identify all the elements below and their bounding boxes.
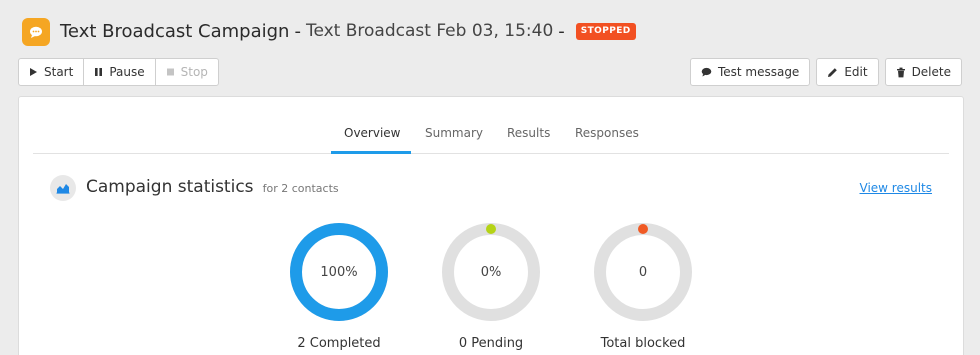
stats-icon-badge	[50, 175, 76, 201]
page-title: Text Broadcast Campaign - Text Broadcast…	[60, 18, 636, 44]
delete-label: Delete	[911, 65, 951, 79]
donut-label: 2 Completed	[297, 336, 381, 351]
pause-icon	[95, 68, 103, 76]
stop-button[interactable]: Stop	[154, 58, 219, 86]
chat-bubble-icon	[701, 67, 712, 77]
title-separator-2: -	[558, 20, 565, 42]
donut-pending: 0%	[441, 222, 541, 322]
stop-label: Stop	[180, 65, 208, 79]
pencil-icon	[828, 67, 838, 77]
tab-summary[interactable]: Summary	[425, 126, 483, 140]
active-tab-indicator	[331, 151, 411, 154]
chat-bubble-icon	[30, 26, 42, 38]
donut-value: 0%	[480, 264, 502, 280]
start-label: Start	[44, 65, 74, 79]
pause-button[interactable]: Pause	[83, 58, 156, 86]
tab-bar: Overview Summary Results Responses	[33, 97, 949, 154]
test-message-label: Test message	[717, 65, 800, 79]
edit-label: Edit	[844, 65, 868, 79]
campaign-subtitle: Text Broadcast Feb 03, 15:40	[305, 21, 554, 41]
status-badge: STOPPED	[575, 22, 636, 40]
test-message-button[interactable]: Test message	[689, 58, 811, 86]
tab-results[interactable]: Results	[507, 126, 550, 140]
campaign-header: Text Broadcast Campaign - Text Broadcast…	[0, 0, 980, 96]
edit-button[interactable]: Edit	[816, 58, 879, 86]
title-separator: -	[294, 20, 301, 42]
trash-icon	[896, 67, 905, 77]
campaign-title: Text Broadcast Campaign	[60, 20, 290, 42]
delete-button[interactable]: Delete	[884, 58, 962, 86]
campaign-controls: Start Pause Stop	[18, 58, 219, 86]
donut-value: 0	[638, 264, 648, 280]
tab-overview[interactable]: Overview	[344, 126, 401, 140]
stats-subtitle: for 2 contacts	[262, 182, 339, 195]
view-results-link[interactable]: View results	[860, 181, 933, 195]
area-chart-icon	[56, 184, 70, 194]
stats-title: Campaign statistics	[86, 177, 254, 197]
campaign-panel: Overview Summary Results Responses Campa…	[18, 96, 964, 355]
donut-completed: 100%	[289, 222, 389, 322]
donut-value: 100%	[320, 264, 358, 280]
pause-label: Pause	[109, 65, 145, 79]
donut-blocked: 0	[593, 222, 693, 322]
tab-responses[interactable]: Responses	[575, 126, 639, 140]
donut-label: Total blocked	[600, 336, 686, 351]
app-icon	[22, 18, 50, 46]
stats-heading: Campaign statistics for 2 contacts	[86, 177, 339, 197]
donut-label: 0 Pending	[458, 336, 524, 351]
start-button[interactable]: Start	[18, 58, 85, 86]
play-icon	[30, 68, 37, 76]
campaign-actions: Test message Edit Delete	[689, 58, 962, 86]
stop-icon	[166, 68, 174, 76]
